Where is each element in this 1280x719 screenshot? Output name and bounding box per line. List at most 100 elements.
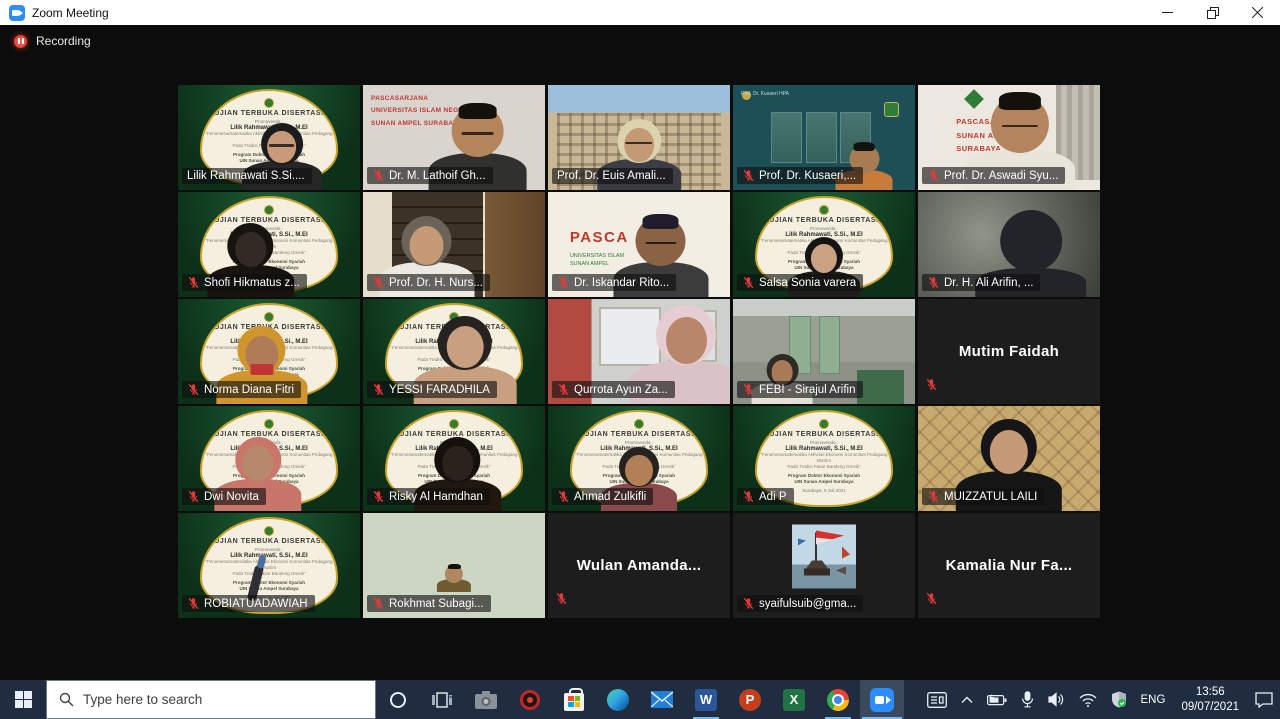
participant-name-label: Rokhmat Subagi... [367, 595, 491, 612]
participant-name-label: Dwi Novita [182, 488, 266, 505]
store-icon [564, 693, 584, 711]
news-icon [927, 692, 947, 708]
participant-tile[interactable]: UJIAN TERBUKA DISERTASI Promovenda : Lil… [548, 406, 730, 511]
university-logo [264, 98, 274, 108]
camera-app-button[interactable] [464, 680, 508, 719]
microphone-tray-button[interactable] [1014, 680, 1041, 719]
university-logo [264, 312, 274, 322]
participant-name-label: Dr. H. Ali Arifin, ... [922, 274, 1040, 291]
red-utility-icon [520, 690, 540, 710]
participant-tile[interactable]: Prof. Dr. H. Nurs... [363, 192, 545, 297]
participant-tile[interactable]: UJIAN TERBUKA DISERTASI Promovenda : Lil… [733, 406, 915, 511]
participant-tile[interactable]: Qurrota Ayun Za... [548, 299, 730, 404]
clock-date: 09/07/2021 [1181, 700, 1239, 714]
tray-expand-button[interactable] [954, 680, 980, 719]
participant-tile[interactable]: PASCAUNIVERSITAS ISLAMSUNAN AMPELDr. Isk… [548, 192, 730, 297]
participant-name-label: FEBI - Sirajul Arifin [737, 381, 863, 398]
muted-mic-icon [742, 169, 755, 182]
driver-utility-button[interactable] [508, 680, 552, 719]
recording-indicator[interactable]: Recording [14, 34, 91, 48]
participant-tile[interactable]: Rokhmat Subagi... [363, 513, 545, 618]
excel-icon: X [783, 689, 805, 711]
slide-title: UJIAN TERBUKA DISERTASI [757, 431, 891, 438]
participant-tile[interactable]: UJIAN TERBUKA DISERTASI Promovenda : Lil… [178, 299, 360, 404]
participant-tile[interactable]: UJIAN TERBUKA DISERTASI Promovenda : Lil… [178, 406, 360, 511]
wifi-button[interactable] [1072, 680, 1104, 719]
participant-name-label: Shofi Hikmatus z... [182, 274, 307, 291]
participant-tile[interactable]: Mutim Faidah [918, 299, 1100, 404]
language-indicator[interactable]: ENG [1134, 680, 1173, 719]
slide-promovenda: Promovenda : [572, 440, 706, 445]
participant-tile[interactable]: UJIAN TERBUKA DISERTASI Promovenda : Lil… [363, 406, 545, 511]
meeting-canvas: Recording UJIAN TERBUKA DISERTASI Promov… [0, 25, 1280, 680]
participant-tile[interactable]: Prof. Dr. Kusaeri HPAProf. Dr. Kusaeri,.… [733, 85, 915, 190]
task-view-button[interactable] [420, 680, 464, 719]
chrome-button[interactable] [816, 680, 860, 719]
participant-tile[interactable]: PASCASARJANASUNAN AMPELSURABAYAProf. Dr.… [918, 85, 1100, 190]
restore-button[interactable] [1190, 0, 1235, 25]
zoom-taskbar-button[interactable] [860, 680, 904, 719]
participant-tile[interactable]: MUIZZATUL LAILI [918, 406, 1100, 511]
muted-mic-icon [925, 378, 938, 396]
minimize-button[interactable] [1145, 0, 1190, 25]
participant-name-label: Prof. Dr. H. Nurs... [367, 274, 490, 291]
participant-tile[interactable]: UJIAN TERBUKA DISERTASI Promovenda : Lil… [178, 192, 360, 297]
participant-name-label: Qurrota Ayun Za... [552, 381, 675, 398]
word-button[interactable]: W [684, 680, 728, 719]
news-interests-button[interactable] [920, 680, 954, 719]
powerpoint-button[interactable]: P [728, 680, 772, 719]
muted-mic-icon [187, 276, 200, 289]
university-logo [264, 205, 274, 215]
mail-button[interactable] [640, 680, 684, 719]
participant-person [437, 565, 471, 593]
start-button[interactable] [0, 680, 46, 719]
participant-tile[interactable]: UJIAN TERBUKA DISERTASI Promovenda : Lil… [178, 513, 360, 618]
participant-name-centered: Mutim Faidah [918, 299, 1100, 404]
participant-tile[interactable]: UJIAN TERBUKA DISERTASI Promovenda : Lil… [733, 192, 915, 297]
language-label: ENG [1141, 694, 1166, 706]
taskbar-search[interactable] [46, 680, 376, 719]
participant-tile[interactable]: Prof. Dr. Euis Amali... [548, 85, 730, 190]
university-logo [449, 419, 459, 429]
clock[interactable]: 13:56 09/07/2021 [1172, 680, 1248, 719]
muted-mic-icon [372, 276, 385, 289]
participant-name-label: Prof. Dr. Kusaeri,... [737, 167, 863, 184]
participant-tile[interactable]: PASCASARJANAUNIVERSITAS ISLAM NEGERISUNA… [363, 85, 545, 190]
edge-button[interactable] [596, 680, 640, 719]
volume-button[interactable] [1041, 680, 1072, 719]
participant-tile[interactable]: FEBI - Sirajul Arifin [733, 299, 915, 404]
video-grid: UJIAN TERBUKA DISERTASI Promovenda : Lil… [178, 85, 1100, 618]
action-center-button[interactable] [1248, 680, 1280, 719]
close-button[interactable] [1235, 0, 1280, 25]
participant-tile[interactable]: syaifulsuib@gma... [733, 513, 915, 618]
muted-mic-icon [927, 169, 940, 182]
participant-name-label: Risky Al Hamdhan [367, 488, 490, 505]
microsoft-store-button[interactable] [552, 680, 596, 719]
participant-tile[interactable]: UJIAN TERBUKA DISERTASI Promovenda : Lil… [363, 299, 545, 404]
search-input[interactable] [83, 692, 333, 707]
slide-title: UJIAN TERBUKA DISERTASI [757, 217, 891, 224]
university-logo [264, 419, 274, 429]
slide-thesis-line1: “Fenomenamatematika Aktivitas Ekonomi Ko… [757, 452, 891, 464]
excel-button[interactable]: X [772, 680, 816, 719]
camera-icon [475, 691, 497, 709]
window-title: Zoom Meeting [32, 6, 109, 20]
participant-tile[interactable]: Wulan Amanda... [548, 513, 730, 618]
defender-button[interactable] [1104, 680, 1134, 719]
participant-name-label: Lilik Rahmawati S.Si.... [182, 168, 312, 184]
participant-tile[interactable]: Kamalia Nur Fa... [918, 513, 1100, 618]
participant-name-label: Dr. Iskandar Rito... [552, 274, 676, 291]
search-icon [59, 692, 74, 707]
university-logo [819, 419, 829, 429]
muted-mic-icon [927, 490, 940, 503]
recording-pause-icon[interactable] [14, 35, 27, 48]
participant-name-label: Norma Diana Fitri [182, 381, 301, 398]
participant-tile[interactable]: UJIAN TERBUKA DISERTASI Promovenda : Lil… [178, 85, 360, 190]
muted-mic-icon [187, 490, 200, 503]
microphone-icon [1021, 691, 1034, 708]
participant-tile[interactable]: Dr. H. Ali Arifin, ... [918, 192, 1100, 297]
battery-button[interactable] [980, 680, 1014, 719]
battery-icon [987, 694, 1007, 706]
cortana-icon [390, 692, 406, 708]
cortana-button[interactable] [376, 680, 420, 719]
